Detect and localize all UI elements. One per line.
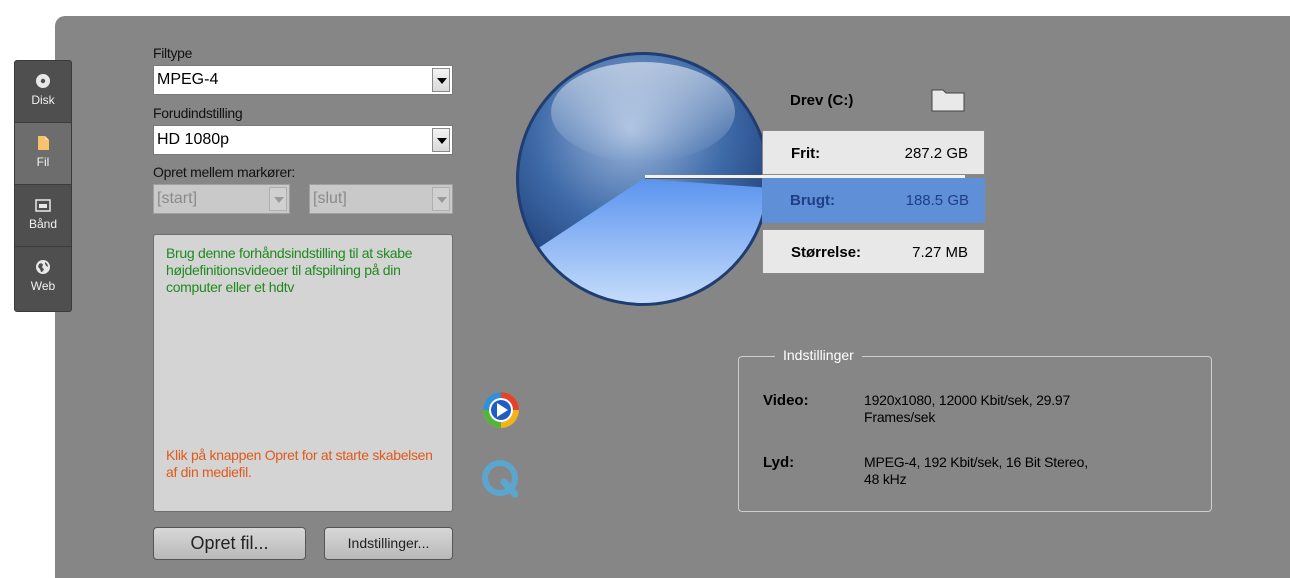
end-marker-value: [slut] bbox=[313, 190, 347, 207]
tab-tape-label: Bånd bbox=[28, 217, 58, 231]
settings-title: Indstillinger bbox=[775, 347, 862, 363]
filetype-label: Filtype bbox=[153, 45, 193, 61]
video-value: 1920x1080, 12000 Kbit/sek, 29.97 Frames/… bbox=[864, 392, 1071, 425]
file-icon bbox=[38, 136, 49, 150]
preset-select[interactable]: HD 1080p bbox=[153, 125, 453, 155]
drive-label: Drev (C:) bbox=[790, 92, 854, 109]
filetype-value: MPEG-4 bbox=[157, 71, 219, 88]
free-label: Frit: bbox=[791, 145, 821, 162]
end-marker-select[interactable]: [slut] bbox=[309, 184, 453, 214]
preset-value: HD 1080p bbox=[157, 131, 230, 148]
audio-value: MPEG-4, 192 Kbit/sek, 16 Bit Stereo, 48 … bbox=[864, 454, 1088, 487]
chevron-down-icon bbox=[269, 187, 287, 211]
tab-disk-label: Disk bbox=[31, 93, 55, 107]
free-space-row: Frit: 287.2 GB bbox=[762, 130, 985, 175]
tab-web[interactable]: Web bbox=[15, 247, 71, 309]
preset-description-box: Brug denne forhåndsindstilling til at sk… bbox=[153, 234, 453, 512]
tab-web-label: Web bbox=[30, 279, 56, 293]
tab-disk[interactable]: Disk bbox=[15, 61, 71, 123]
used-value: 188.5 GB bbox=[905, 192, 969, 209]
filetype-select[interactable]: MPEG-4 bbox=[153, 65, 453, 95]
size-row: Størrelse: 7.27 MB bbox=[762, 229, 985, 274]
windows-media-player-icon[interactable] bbox=[479, 390, 523, 430]
start-marker-select[interactable]: [start] bbox=[153, 184, 290, 214]
used-space-row: Brugt: 188.5 GB bbox=[762, 178, 985, 223]
audio-label: Lyd: bbox=[763, 454, 795, 471]
size-label: Størrelse: bbox=[791, 244, 862, 261]
tab-file[interactable]: Fil bbox=[15, 123, 71, 185]
disk-usage-pie bbox=[516, 52, 770, 306]
tab-file-label: Fil bbox=[36, 155, 50, 169]
preset-label: Forudindstilling bbox=[153, 105, 243, 121]
chevron-down-icon[interactable] bbox=[432, 68, 450, 92]
tape-icon bbox=[35, 199, 51, 212]
output-type-tabs: Disk Fil Bånd Web bbox=[14, 60, 72, 312]
chevron-down-icon[interactable] bbox=[432, 128, 450, 152]
tab-tape[interactable]: Bånd bbox=[15, 185, 71, 247]
globe-icon bbox=[36, 260, 50, 274]
video-label: Video: bbox=[763, 392, 809, 409]
used-label: Brugt: bbox=[790, 192, 835, 209]
create-file-button[interactable]: Opret fil... bbox=[153, 527, 306, 560]
settings-group bbox=[738, 356, 1212, 512]
chevron-down-icon bbox=[432, 187, 450, 211]
free-value: 287.2 GB bbox=[904, 145, 968, 162]
size-value: 7.27 MB bbox=[912, 244, 968, 261]
quicktime-icon[interactable] bbox=[482, 460, 518, 498]
markers-label: Opret mellem markører: bbox=[153, 164, 295, 180]
settings-button[interactable]: Indstillinger... bbox=[324, 527, 453, 560]
preset-description: Brug denne forhåndsindstilling til at sk… bbox=[166, 245, 413, 295]
folder-icon[interactable] bbox=[931, 86, 965, 112]
create-hint: Klik på knappen Opret for at starte skab… bbox=[166, 447, 433, 480]
start-marker-value: [start] bbox=[157, 190, 198, 207]
disc-icon bbox=[36, 74, 50, 88]
